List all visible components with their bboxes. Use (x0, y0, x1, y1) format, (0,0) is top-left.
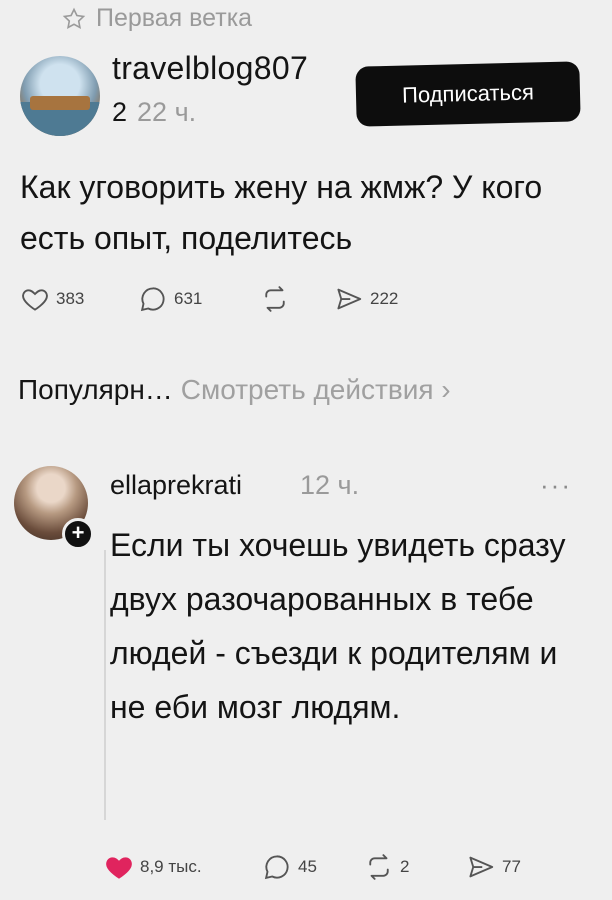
thread-label: Первая ветка (96, 4, 253, 32)
reply-repost-count: 2 (400, 857, 410, 876)
reply-username[interactable]: ellaprekrati (110, 470, 242, 501)
reply-actions: 8,9 тыс. 45 2 77 (104, 852, 521, 882)
share-button[interactable]: 222 (334, 284, 398, 314)
repost-icon (369, 854, 389, 880)
thread-header[interactable]: Первая ветка (62, 4, 252, 33)
star-icon (62, 7, 86, 29)
like-count: 383 (56, 289, 85, 308)
post-actions: 383 631 222 (20, 284, 398, 314)
view-activity-link[interactable]: Смотреть действия › (181, 374, 451, 405)
heart-icon (22, 289, 48, 311)
like-button[interactable]: 383 (20, 284, 138, 314)
follow-button[interactable]: Подписаться (355, 61, 581, 127)
comment-button[interactable]: 631 (138, 284, 260, 314)
repost-icon (265, 286, 285, 312)
post-meta: 2 22 ч. (112, 97, 196, 128)
post-time: 22 ч. (137, 97, 197, 127)
replies-sort-row: Популярн… Смотреть действия › (18, 374, 451, 406)
reply-text: Если ты хочешь увидеть сразу двух разоча… (110, 527, 566, 725)
post-text: Как уговорить жену на жмж? У кого есть о… (20, 169, 543, 256)
more-options-icon[interactable]: ··· (540, 470, 572, 501)
sort-label[interactable]: Популярн… (18, 374, 173, 405)
reply-time: 12 ч. (300, 470, 360, 500)
heart-filled-icon (106, 857, 132, 879)
share-count: 222 (370, 289, 399, 308)
repost-button[interactable] (260, 284, 334, 314)
thread-line (104, 550, 106, 820)
follow-plus-icon[interactable]: + (62, 518, 94, 550)
post-badge-number: 2 (112, 97, 128, 127)
reply-comment-count: 45 (298, 857, 317, 876)
reply-comment-button[interactable]: 45 (262, 852, 364, 882)
reply-share-count: 77 (502, 857, 521, 876)
reply-repost-button[interactable]: 2 (364, 852, 466, 882)
send-icon (469, 856, 494, 878)
reply-like-button[interactable]: 8,9 тыс. (104, 852, 262, 882)
avatar[interactable] (20, 56, 100, 136)
send-icon (337, 288, 362, 310)
comment-count: 631 (174, 289, 203, 308)
reply-like-count: 8,9 тыс. (140, 857, 202, 876)
post-username[interactable]: travelblog807 (112, 50, 308, 87)
reply-share-button[interactable]: 77 (466, 852, 521, 882)
view-activity-label: Смотреть действия (180, 374, 434, 405)
chevron-right-icon: › (441, 374, 451, 405)
comment-icon (140, 287, 165, 312)
comment-icon (264, 855, 289, 880)
